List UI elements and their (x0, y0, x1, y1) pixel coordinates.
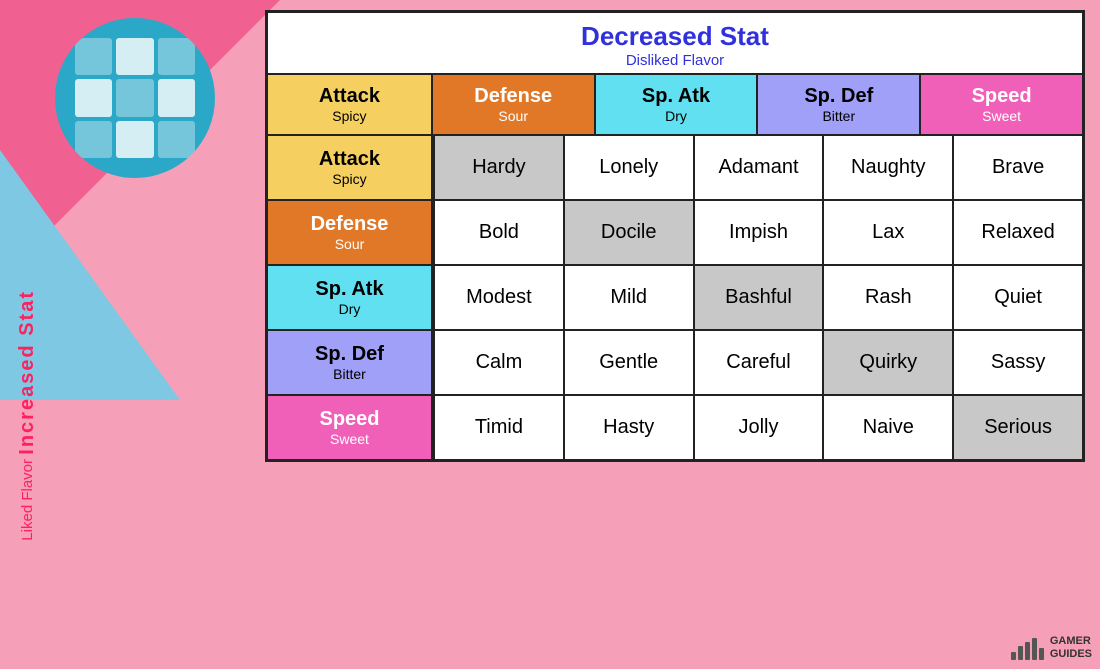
logo-cell (75, 79, 112, 116)
nature-cell: Brave (952, 136, 1082, 199)
logo-cell (75, 121, 112, 158)
nature-cell: Naive (822, 396, 952, 459)
table-row: Sp. AtkDryModestMildBashfulRashQuiet (268, 266, 1082, 331)
row-header-speed: SpeedSweet (268, 396, 433, 459)
nature-cell: Serious (952, 396, 1082, 459)
logo-cell (158, 79, 195, 116)
nature-cell: Adamant (693, 136, 823, 199)
bar4 (1032, 638, 1037, 660)
col-header-spatk: Sp. Atk Dry (594, 75, 757, 134)
nature-cell: Docile (563, 201, 693, 264)
logo-cell (75, 38, 112, 75)
logo-cell (116, 79, 153, 116)
left-label-wrapper: Increased Stat Liked Flavor (2, 190, 52, 640)
logo-cell (116, 121, 153, 158)
nature-table: Decreased Stat Disliked Flavor Attack Sp… (265, 10, 1085, 462)
nature-cell: Calm (433, 331, 563, 394)
watermark-text: GAMER GUIDES (1050, 635, 1092, 661)
nature-cell: Bold (433, 201, 563, 264)
row-header-spdef: Sp. DefBitter (268, 331, 433, 394)
nature-cell: Bashful (693, 266, 823, 329)
row-header-def: DefenseSour (268, 201, 433, 264)
table-row: SpeedSweetTimidHastyJollyNaiveSerious (268, 396, 1082, 459)
nature-cell: Quiet (952, 266, 1082, 329)
nature-cell: Impish (693, 201, 823, 264)
nature-cell: Relaxed (952, 201, 1082, 264)
nature-cell: Timid (433, 396, 563, 459)
nature-cell: Jolly (693, 396, 823, 459)
logo-grid (75, 38, 195, 158)
table-header: Decreased Stat Disliked Flavor (268, 13, 1082, 75)
table-row: Sp. DefBitterCalmGentleCarefulQuirkySass… (268, 331, 1082, 396)
col-header-defense: Defense Sour (431, 75, 594, 134)
logo-cell (116, 38, 153, 75)
logo-cell (158, 38, 195, 75)
nature-cell: Gentle (563, 331, 693, 394)
bar2 (1018, 646, 1023, 660)
increased-stat-label: Increased Stat (17, 290, 37, 455)
column-headers: Attack Spicy Defense Sour Sp. Atk Dry Sp… (268, 75, 1082, 136)
col-header-spdef: Sp. Def Bitter (756, 75, 919, 134)
bar5 (1039, 648, 1044, 660)
nature-cell: Lax (822, 201, 952, 264)
nature-cell: Modest (433, 266, 563, 329)
nature-cell: Rash (822, 266, 952, 329)
nature-cell: Naughty (822, 136, 952, 199)
table-row: AttackSpicyHardyLonelyAdamantNaughtyBrav… (268, 136, 1082, 201)
data-rows: AttackSpicyHardyLonelyAdamantNaughtyBrav… (268, 136, 1082, 459)
logo-cell (158, 121, 195, 158)
watermark: GAMER GUIDES (1011, 635, 1092, 661)
nature-cell: Lonely (563, 136, 693, 199)
nature-cell: Hasty (563, 396, 693, 459)
table-row: DefenseSourBoldDocileImpishLaxRelaxed (268, 201, 1082, 266)
bar3 (1025, 642, 1030, 660)
watermark-icon (1011, 636, 1044, 660)
row-header-spatk: Sp. AtkDry (268, 266, 433, 329)
bar1 (1011, 652, 1016, 660)
row-header-atk: AttackSpicy (268, 136, 433, 199)
nature-cell: Mild (563, 266, 693, 329)
nature-cell: Quirky (822, 331, 952, 394)
nature-cell: Hardy (433, 136, 563, 199)
liked-flavor-label: Liked Flavor (20, 459, 35, 541)
nature-cell: Careful (693, 331, 823, 394)
decreased-stat-title: Decreased Stat (268, 21, 1082, 52)
disliked-flavor-subtitle: Disliked Flavor (268, 52, 1082, 69)
col-header-speed: Speed Sweet (919, 75, 1082, 134)
logo-circle (55, 18, 215, 178)
col-header-attack: Attack Spicy (268, 75, 431, 134)
nature-cell: Sassy (952, 331, 1082, 394)
